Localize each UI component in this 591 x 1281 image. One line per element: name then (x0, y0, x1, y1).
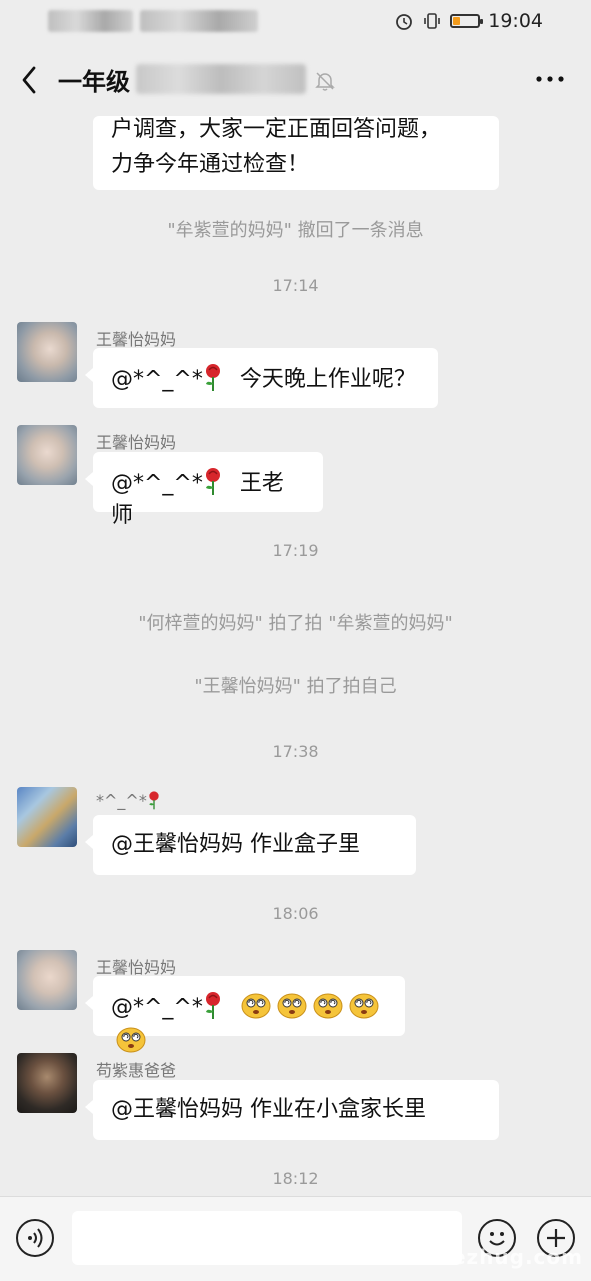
mention-text: @*^_^* (111, 471, 203, 496)
avatar[interactable] (17, 425, 77, 485)
mention-text: @*^_^* (111, 367, 203, 392)
rose-emoji-icon (205, 992, 220, 1019)
message-bubble[interactable]: @*^_^* 今天晚上作业呢？ (85, 348, 438, 408)
sender-name: 王馨怡妈妈 (96, 330, 177, 349)
timestamp: 17:14 (272, 276, 319, 295)
rose-emoji-icon (149, 791, 159, 810)
voice-input-button[interactable] (16, 1219, 54, 1257)
timestamp: 17:19 (272, 541, 319, 560)
sender-name: *^_^* (96, 790, 161, 810)
voice-icon (28, 1228, 43, 1248)
message-text: 今天晚上作业呢？ (239, 367, 416, 392)
message-list[interactable]: 户调查，大家一定正面回答问题， 力争今年通过检查！ "牟紫萱的妈妈" 撤回了一条… (0, 0, 591, 1196)
avatar[interactable] (17, 322, 77, 382)
sender-name: 王馨怡妈妈 (96, 958, 177, 977)
dizzy-face-emoji-icon (277, 993, 307, 1019)
recall-notice: "牟紫萱的妈妈" 撤回了一条消息 (167, 220, 424, 241)
message-text: 力争今年通过检查！ (111, 152, 310, 177)
rose-emoji-icon (205, 364, 220, 391)
sender-name: 王馨怡妈妈 (96, 433, 177, 452)
rose-emoji-icon (205, 468, 220, 495)
timestamp: 18:06 (272, 904, 319, 923)
message-bubble[interactable]: @*^_^* (85, 976, 405, 1053)
timestamp: 17:38 (272, 742, 319, 761)
pat-notice: "何梓萱的妈妈" 拍了拍 "牟紫萱的妈妈" (138, 613, 453, 634)
avatar[interactable] (17, 1053, 77, 1113)
dizzy-face-emoji-icon (241, 993, 271, 1019)
message-bubble[interactable]: @*^_^* 王老师 (85, 452, 323, 528)
message-bubble[interactable]: 户调查，大家一定正面回答问题， 力争今年通过检查！ (93, 116, 499, 190)
timestamp: 18:12 (272, 1169, 319, 1188)
message-text: @王馨怡妈妈 作业盒子里 (111, 832, 360, 857)
message-bubble[interactable]: @王馨怡妈妈 作业盒子里 (85, 815, 416, 875)
message-text: @王馨怡妈妈 作业在小盒家长里 (111, 1097, 426, 1122)
message-text: 户调查，大家一定正面回答问题， (111, 117, 442, 142)
avatar[interactable] (17, 950, 77, 1010)
sender-name: 苟紫惠爸爸 (96, 1061, 177, 1080)
avatar[interactable] (17, 787, 77, 847)
dizzy-face-emoji-icon (116, 1027, 146, 1053)
mention-text: @*^_^* (111, 995, 203, 1020)
pat-notice: "王馨怡妈妈" 拍了拍自己 (194, 676, 397, 697)
watermark: www.uezhug.com (370, 1245, 583, 1269)
message-bubble[interactable]: @王馨怡妈妈 作业在小盒家长里 (85, 1080, 499, 1140)
dizzy-face-emoji-icon (313, 993, 343, 1019)
dizzy-face-emoji-icon (349, 993, 379, 1019)
input-bar: www.uezhug.com (0, 1196, 591, 1281)
